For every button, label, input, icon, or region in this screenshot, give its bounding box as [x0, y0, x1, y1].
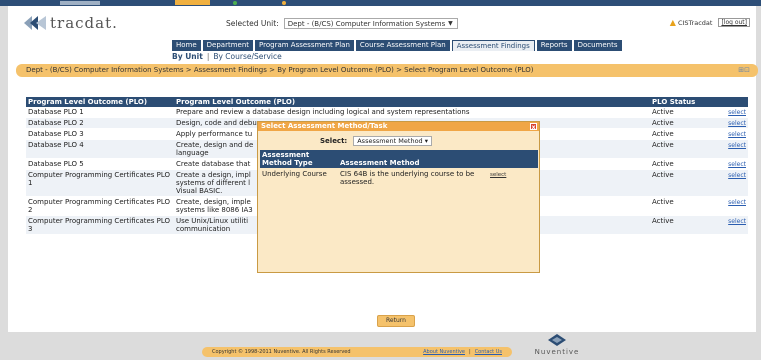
plo-name: Database PLO 3 — [28, 130, 84, 138]
plo-name: Database PLO 4 — [28, 141, 84, 149]
main-tabs: Home Department Program Assessment Plan … — [172, 40, 622, 51]
col-status: PLO Status — [652, 98, 696, 106]
dialog-title: Select Assessment Method/Task x — [258, 122, 539, 131]
method-table-header: Assessment Method Type Assessment Method — [260, 150, 538, 168]
warning-icon: ▲ — [669, 18, 676, 27]
user-name: CISTracdat — [677, 18, 713, 27]
table-header: Program Level Outcome (PLO) Name Program… — [26, 97, 748, 114]
plo-name: Computer Programming Certificates PLO 2 — [28, 198, 171, 214]
help-print-icon[interactable]: ⊞⊡ — [738, 66, 750, 74]
plo-name: Computer Programming Certificates PLO 1 — [28, 171, 171, 187]
method-desc: CIS 64B is the underlying course to be a… — [340, 170, 475, 186]
plo-name: Database PLO 1 — [28, 108, 84, 116]
tab-program-assessment-plan[interactable]: Program Assessment Plan — [255, 40, 354, 51]
plo-status: Active — [652, 171, 674, 179]
footer: Copyright © 1998-2011 Nuventive. All Rig… — [202, 347, 512, 357]
return-button[interactable]: Return — [377, 315, 415, 327]
logout-link[interactable]: [log out] — [718, 18, 750, 27]
subtab-by-course[interactable]: By Course/Service — [213, 52, 281, 61]
method-type: Underlying Course — [262, 170, 327, 178]
breadcrumb: Dept - (B/CS) Computer Information Syste… — [16, 64, 758, 77]
subtab-separator: | — [206, 52, 210, 61]
copyright: Copyright © 1998-2011 Nuventive. All Rig… — [212, 349, 351, 355]
plo-name: Computer Programming Certificates PLO 3 — [28, 217, 171, 233]
tracdat-logo-icon — [24, 16, 46, 30]
plo-name: Database PLO 2 — [28, 119, 84, 127]
toolbar-tab[interactable] — [175, 0, 210, 5]
logo-text: tracdat. — [50, 14, 118, 32]
col-action — [710, 97, 748, 107]
unit-label: Selected Unit: — [226, 19, 279, 28]
select-link[interactable]: select — [710, 159, 748, 169]
select-link[interactable]: select — [710, 140, 748, 158]
sub-tabs: By Unit | By Course/Service — [172, 52, 282, 61]
table-row: Database PLO 1 Prepare and review a datab… — [26, 107, 748, 118]
selected-unit: Selected Unit: Dept - (B/CS) Computer In… — [226, 18, 458, 29]
close-icon[interactable]: x — [530, 123, 537, 131]
about-link[interactable]: About Nuventive — [423, 349, 465, 355]
chevron-down-icon: ▼ — [448, 20, 453, 27]
select-method-dialog: Select Assessment Method/Task x Select: … — [257, 121, 540, 273]
user-area: ▲ CISTracdat [log out] — [670, 18, 750, 27]
plo-text: Prepare and review a database design inc… — [176, 108, 470, 116]
nuventive-text: Nuventive — [534, 348, 580, 356]
unit-select[interactable]: Dept - (B/CS) Computer Information Syste… — [283, 18, 458, 29]
select-link[interactable]: select — [710, 197, 748, 215]
plo-status: Active — [652, 119, 674, 127]
col-method-type: Assessment Method Type — [262, 151, 313, 167]
col-plo: Program Level Outcome (PLO) — [176, 98, 296, 106]
select-link[interactable]: select — [710, 129, 748, 139]
plo-status: Active — [652, 217, 674, 225]
col-plo-name: Program Level Outcome (PLO) Name — [28, 98, 148, 114]
tab-course-assessment-plan[interactable]: Course Assessment Plan — [355, 40, 450, 51]
footer-separator: | — [469, 349, 471, 355]
method-select[interactable]: Assessment Method ▾ — [353, 136, 433, 146]
tracdat-logo: tracdat. — [24, 13, 118, 33]
select-label: Select: — [320, 137, 348, 145]
status-dot-icon — [233, 1, 237, 5]
status-dot-icon — [282, 1, 286, 5]
tab-reports[interactable]: Reports — [536, 40, 572, 51]
method-select-row: Select: Assessment Method ▾ — [320, 136, 433, 146]
method-row: Underlying Course CIS 64B is the underly… — [260, 168, 538, 188]
breadcrumb-text: Dept - (B/CS) Computer Information Syste… — [26, 66, 534, 74]
address-field[interactable] — [60, 1, 100, 5]
plo-status: Active — [652, 141, 674, 149]
plo-status: Active — [652, 130, 674, 138]
tab-assessment-findings[interactable]: Assessment Findings — [451, 40, 535, 51]
page: tracdat. Selected Unit: Dept - (B/CS) Co… — [8, 6, 758, 332]
select-link[interactable]: select — [710, 107, 748, 117]
contact-link[interactable]: Contact Us — [475, 349, 502, 355]
method-select-link[interactable]: select — [488, 168, 538, 188]
subtab-by-unit[interactable]: By Unit — [172, 52, 203, 61]
plo-name: Database PLO 5 — [28, 160, 84, 168]
chevron-down-icon: ▾ — [424, 137, 429, 145]
nuventive-logo: Nuventive — [527, 334, 587, 356]
unit-value: Dept - (B/CS) Computer Information Syste… — [287, 20, 446, 28]
plo-status: Active — [652, 108, 674, 116]
method-select-value: Assessment Method — [357, 137, 423, 145]
select-link[interactable]: select — [710, 170, 748, 196]
plo-status: Active — [652, 198, 674, 206]
select-link[interactable]: select — [710, 216, 748, 234]
col-method: Assessment Method — [340, 159, 420, 167]
tab-department[interactable]: Department — [202, 40, 254, 51]
nuventive-logo-icon — [548, 334, 566, 346]
tab-home[interactable]: Home — [172, 40, 201, 51]
dialog-title-text: Select Assessment Method/Task — [261, 122, 388, 130]
method-table: Assessment Method Type Assessment Method… — [260, 150, 538, 188]
select-link[interactable]: select — [710, 118, 748, 128]
plo-status: Active — [652, 160, 674, 168]
tab-documents[interactable]: Documents — [573, 40, 622, 51]
